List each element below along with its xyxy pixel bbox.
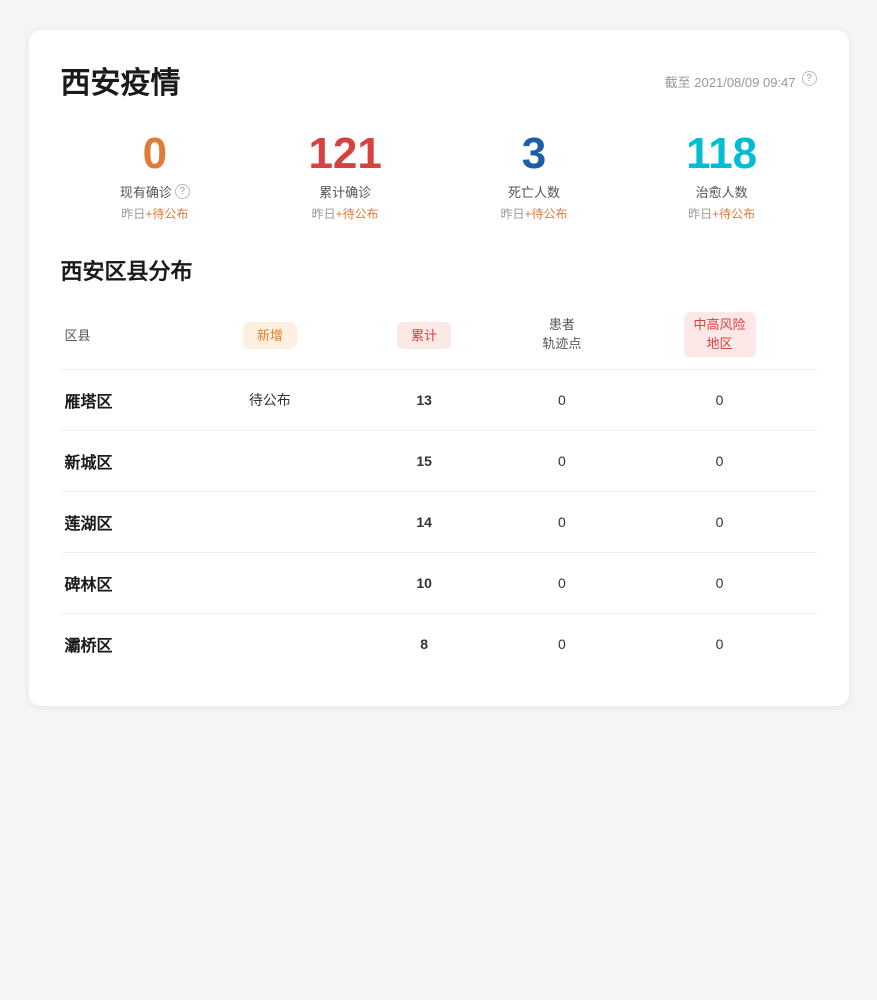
td-track: 0: [501, 430, 622, 491]
table-row: 灞桥区800: [61, 613, 817, 674]
td-new: [193, 430, 347, 491]
th-new: 新增: [193, 302, 347, 369]
td-risk: 0: [623, 430, 817, 491]
stat-current-confirmed: 0 现有确诊 ? 昨日+待公布: [120, 130, 190, 222]
timestamp-help-icon[interactable]: ?: [802, 71, 817, 86]
td-track: 0: [501, 369, 622, 430]
section-title: 西安区县分布: [61, 254, 817, 286]
td-district-name: 雁塔区: [61, 369, 193, 430]
td-track: 0: [501, 552, 622, 613]
stat-label-current: 现有确诊 ?: [120, 182, 190, 201]
td-district-name: 灞桥区: [61, 613, 193, 674]
td-new: [193, 552, 347, 613]
stat-label-recovered: 治愈人数: [696, 182, 748, 201]
stat-deaths: 3 死亡人数 昨日+待公布: [501, 130, 568, 222]
td-risk: 0: [623, 552, 817, 613]
th-total: 累计: [347, 302, 501, 369]
td-new: [193, 613, 347, 674]
timestamp: 截至 2021/08/09 09:47: [665, 72, 796, 91]
stat-number-current: 0: [143, 130, 167, 178]
stat-update-current: 昨日+待公布: [121, 205, 188, 222]
current-confirmed-help-icon[interactable]: ?: [175, 184, 190, 199]
td-track: 0: [501, 613, 622, 674]
td-risk: 0: [623, 613, 817, 674]
table-row: 碑林区1000: [61, 552, 817, 613]
td-total: 14: [347, 491, 501, 552]
th-district: 区县: [61, 302, 193, 369]
td-total: 13: [347, 369, 501, 430]
td-risk: 0: [623, 369, 817, 430]
stat-label-deaths: 死亡人数: [508, 182, 560, 201]
page-title: 西安疫情: [61, 58, 181, 102]
stat-update-recovered: 昨日+待公布: [688, 205, 755, 222]
table-row: 莲湖区1400: [61, 491, 817, 552]
stat-recovered: 118 治愈人数 昨日+待公布: [686, 130, 757, 222]
main-card: 西安疫情 截至 2021/08/09 09:47 ? 0 现有确诊 ? 昨日+待…: [29, 30, 849, 706]
stat-number-recovered: 118: [686, 130, 757, 178]
district-table: 区县 新增 累计 患者轨迹点 中高风险地区 雁塔区待公布1300新城区1500莲…: [61, 302, 817, 673]
th-track: 患者轨迹点: [501, 302, 622, 369]
td-district-name: 碑林区: [61, 552, 193, 613]
td-district-name: 新城区: [61, 430, 193, 491]
td-total: 8: [347, 613, 501, 674]
stat-number-deaths: 3: [522, 130, 546, 178]
stat-number-total: 121: [308, 130, 381, 178]
td-total: 10: [347, 552, 501, 613]
stat-update-deaths: 昨日+待公布: [501, 205, 568, 222]
stats-row: 0 现有确诊 ? 昨日+待公布 121 累计确诊 昨日+待公布 3 死亡人数 昨…: [61, 130, 817, 222]
td-district-name: 莲湖区: [61, 491, 193, 552]
table-row: 新城区1500: [61, 430, 817, 491]
header: 西安疫情 截至 2021/08/09 09:47 ?: [61, 58, 817, 102]
table-row: 雁塔区待公布1300: [61, 369, 817, 430]
th-risk: 中高风险地区: [623, 302, 817, 369]
td-total: 15: [347, 430, 501, 491]
table-header-row: 区县 新增 累计 患者轨迹点 中高风险地区: [61, 302, 817, 369]
td-risk: 0: [623, 491, 817, 552]
stat-label-total: 累计确诊: [319, 182, 371, 201]
stat-total-confirmed: 121 累计确诊 昨日+待公布: [308, 130, 381, 222]
td-new: [193, 491, 347, 552]
stat-update-total: 昨日+待公布: [312, 205, 379, 222]
td-new: 待公布: [193, 369, 347, 430]
td-track: 0: [501, 491, 622, 552]
